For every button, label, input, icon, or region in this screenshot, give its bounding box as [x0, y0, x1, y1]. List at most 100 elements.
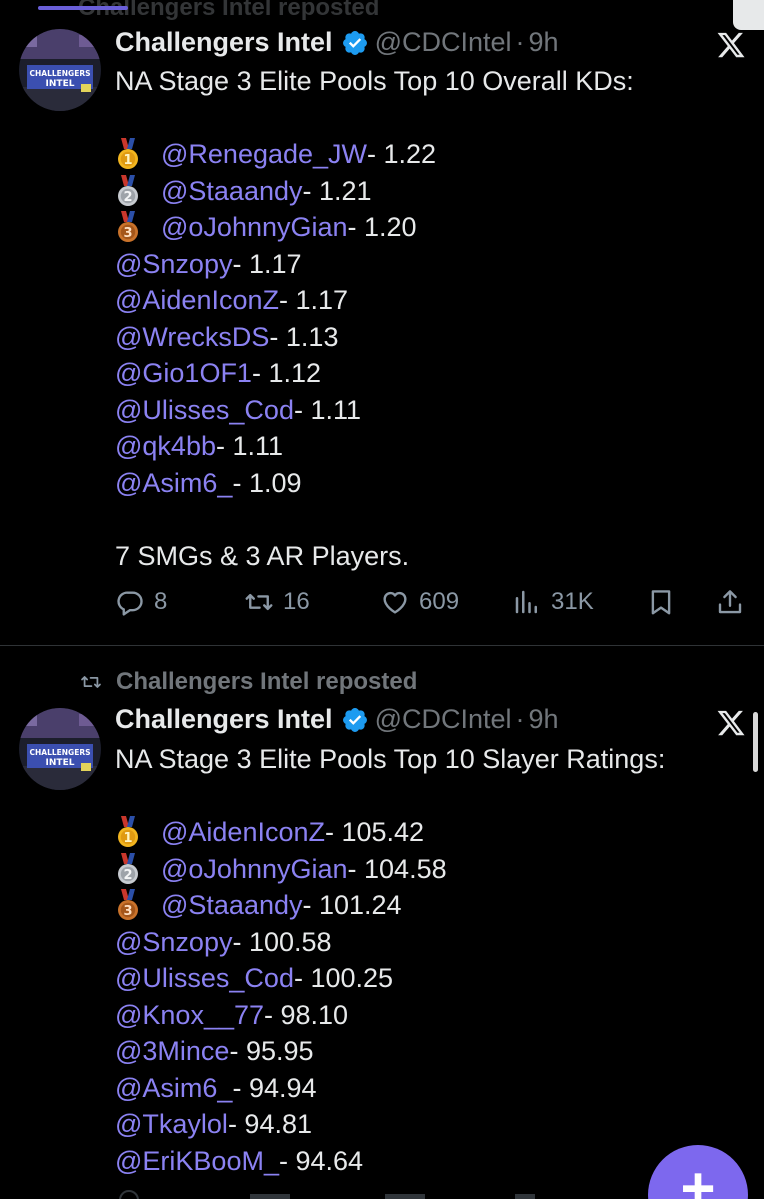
scrollbar-thumb[interactable]	[753, 712, 758, 772]
stat-value: - 1.20	[347, 212, 417, 242]
tweet-text: NA Stage 3 Elite Pools Top 10 Slayer Rat…	[115, 741, 665, 1179]
repost-count: 16	[283, 588, 310, 615]
mention-link[interactable]: @Renegade_JW	[161, 136, 367, 173]
list-item: @Ulisses_Cod - 100.25	[115, 960, 665, 997]
verified-badge-icon	[341, 706, 369, 734]
stat-value: - 1.21	[302, 175, 372, 206]
x-logo-icon	[715, 708, 747, 738]
like-button[interactable]: 609	[380, 587, 459, 617]
stat-value: - 100.25	[293, 963, 394, 993]
svg-text:INTEL: INTEL	[46, 79, 75, 89]
bookmark-icon	[646, 587, 676, 617]
mention-link[interactable]: @EriKBooM_	[115, 1143, 279, 1180]
avatar[interactable]: CHALLENGERS INTEL	[19, 708, 101, 790]
tweet-footer-text: 7 SMGs & 3 AR Players.	[115, 540, 410, 571]
mention-link[interactable]: @Asim6_	[115, 1070, 232, 1107]
separator-dot: ·	[515, 27, 525, 57]
author-name[interactable]: Challengers Intel	[115, 27, 333, 58]
list-item: @Snzopy - 100.58	[115, 924, 665, 961]
list-item: @EriKBooM_ - 94.64	[115, 1143, 665, 1180]
repost-button[interactable]: 16	[244, 587, 310, 617]
timestamp[interactable]: 9h	[529, 704, 559, 735]
stat-value: - 1.17	[232, 248, 302, 279]
stat-value: - 95.95	[229, 1036, 314, 1066]
bronze-medal-icon	[115, 210, 141, 244]
list-item: @Ulisses_Cod - 1.11	[115, 392, 634, 429]
mention-link[interactable]: @Staaandy	[161, 173, 303, 210]
repost-icon	[244, 587, 274, 617]
timestamp[interactable]: 9h	[529, 27, 559, 58]
tweet-header: Challengers Intel @CDCIntel · 9h	[115, 27, 559, 58]
bronze-medal-icon	[115, 888, 141, 922]
mention-link[interactable]: @Snzopy	[115, 924, 232, 961]
stat-value: - 100.58	[232, 926, 332, 957]
list-item: @Snzopy - 1.17	[115, 246, 634, 283]
list-item: @qk4bb - 1.11	[115, 428, 634, 465]
repost-icon	[78, 671, 104, 693]
mention-link[interactable]: @WrecksDS	[115, 319, 269, 356]
like-count: 609	[419, 588, 460, 615]
mention-link[interactable]: @3Mince	[115, 1033, 229, 1070]
stat-value: - 1.12	[251, 358, 321, 388]
list-item: @Renegade_JW - 1.22	[115, 136, 634, 173]
share-button[interactable]	[715, 587, 754, 617]
list-item: @AidenIconZ - 1.17	[115, 282, 634, 319]
tweet[interactable]: Challengers Intel reposted CHALLENGERS I…	[0, 646, 764, 1199]
list-item: @AidenIconZ - 105.42	[115, 814, 665, 851]
mention-link[interactable]: @Snzopy	[115, 246, 232, 283]
author-name[interactable]: Challengers Intel	[115, 704, 333, 735]
mention-link[interactable]: @Tkaylol	[115, 1106, 228, 1143]
tweet-text: NA Stage 3 Elite Pools Top 10 Overall KD…	[115, 63, 634, 574]
verified-badge-icon	[341, 29, 369, 57]
mention-link[interactable]: @Knox__77	[115, 997, 264, 1034]
silver-medal-icon	[115, 852, 141, 886]
author-handle[interactable]: @CDCIntel	[375, 27, 512, 58]
mention-link[interactable]: @AidenIconZ	[115, 282, 279, 319]
mention-link[interactable]: @qk4bb	[115, 428, 216, 465]
stat-value: - 1.09	[232, 467, 302, 498]
list-item: @3Mince - 95.95	[115, 1033, 665, 1070]
list-item: @Staaandy - 1.21	[115, 173, 634, 210]
mention-link[interactable]: @Asim6_	[115, 465, 232, 502]
views-button[interactable]: 31K	[512, 587, 594, 617]
repost-indicator[interactable]: Challengers Intel reposted	[78, 668, 417, 696]
mention-link[interactable]: @oJohnnyGian	[161, 851, 348, 888]
mention-link[interactable]: @Gio1OF1	[115, 355, 252, 392]
repost-label: Challengers Intel reposted	[116, 668, 418, 695]
separator-dot: ·	[515, 704, 525, 734]
avatar[interactable]: CHALLENGERS INTEL	[19, 29, 101, 111]
stat-value: - 1.17	[279, 285, 349, 315]
stat-value: - 98.10	[264, 999, 349, 1030]
list-item: @WrecksDS - 1.13	[115, 319, 634, 356]
list-item: @Gio1OF1 - 1.12	[115, 355, 634, 392]
stat-value: - 94.64	[278, 1145, 364, 1176]
stat-value: - 104.58	[347, 853, 447, 884]
tweet[interactable]: CHALLENGERS INTEL Challengers Intel @CDC…	[0, 0, 764, 646]
svg-text:CHALLENGERS: CHALLENGERS	[30, 748, 91, 757]
stat-value: - 1.11	[215, 431, 284, 461]
svg-text:INTEL: INTEL	[46, 758, 75, 768]
stat-value: - 94.94	[232, 1072, 317, 1103]
list-item: @oJohnnyGian - 104.58	[115, 851, 665, 888]
list-item: @Tkaylol - 94.81	[115, 1106, 665, 1143]
gold-medal-icon	[115, 137, 141, 171]
author-handle[interactable]: @CDCIntel	[375, 704, 512, 735]
gold-medal-icon	[115, 815, 141, 849]
stat-value: - 94.81	[227, 1109, 312, 1139]
mention-link[interactable]: @Staaandy	[161, 887, 303, 924]
list-item: @Knox__77 - 98.10	[115, 997, 665, 1034]
stat-value: - 105.42	[325, 817, 425, 847]
heart-icon	[380, 587, 410, 617]
reply-button[interactable]: 8	[115, 587, 167, 617]
mention-link[interactable]: @oJohnnyGian	[161, 209, 348, 246]
stat-value: - 1.22	[367, 139, 437, 169]
list-item: @Staaandy - 101.24	[115, 887, 665, 924]
tweet-header: Challengers Intel @CDCIntel · 9h	[115, 704, 559, 735]
plus-icon: +	[680, 1155, 716, 1199]
mention-link[interactable]: @Ulisses_Cod	[115, 960, 294, 997]
stat-value: - 1.13	[269, 321, 339, 352]
views-icon	[512, 587, 542, 617]
mention-link[interactable]: @Ulisses_Cod	[115, 392, 294, 429]
mention-link[interactable]: @AidenIconZ	[161, 814, 325, 851]
bookmark-button[interactable]	[646, 587, 685, 617]
